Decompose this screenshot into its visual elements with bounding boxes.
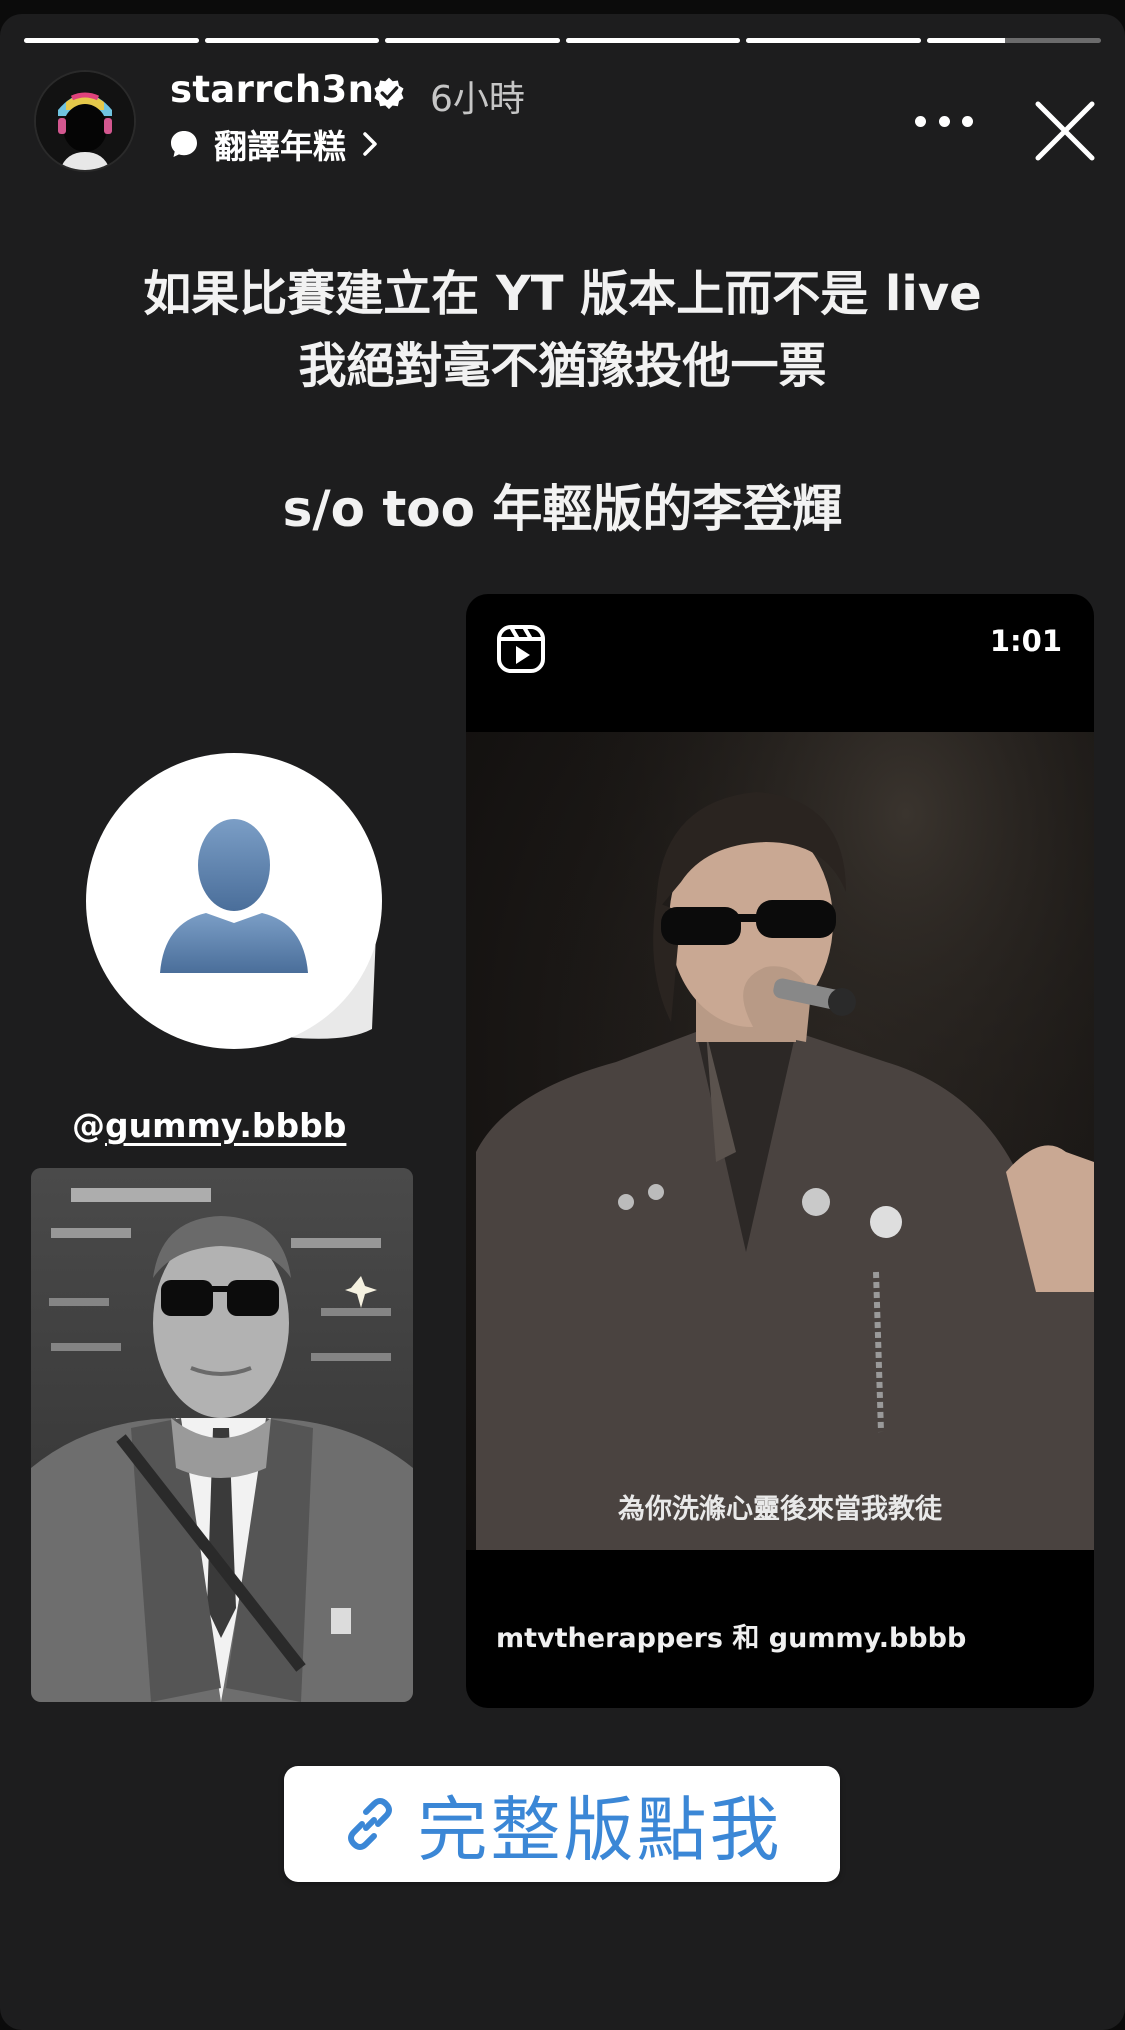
story-viewer[interactable]: starrch3n 6小時 翻譯年糕 如果比賽建立在 YT 版本上而不是 liv…: [0, 14, 1125, 2030]
default-avatar-icon[interactable]: [86, 753, 382, 1049]
shared-reel-card[interactable]: 1:01 為你洗滌心靈後來當我教徒 mtvtherappers 和 gummy.…: [466, 594, 1094, 1708]
mention-tag[interactable]: @gummy.bbbb: [72, 1106, 346, 1145]
progress-segment: [565, 38, 740, 43]
black-and-white-photo: [31, 1168, 413, 1702]
link-icon: [347, 1798, 392, 1850]
user-avatar[interactable]: [34, 70, 136, 172]
story-timestamp: 6小時: [430, 79, 525, 120]
progress-segment: [24, 38, 199, 43]
reels-icon: [497, 625, 545, 673]
reel-subtitle: 為你洗滌心靈後來當我教徒: [618, 1494, 942, 1525]
speech-bubble-icon: [171, 131, 197, 157]
story-caption-line: s/o too 年輕版的李登輝: [282, 480, 843, 538]
story-progress-bar: [24, 38, 1101, 43]
link-sticker[interactable]: 完整版點我: [284, 1766, 840, 1882]
progress-segment: [204, 38, 379, 43]
translate-link[interactable]: 翻譯年糕: [168, 120, 380, 168]
reel-caption[interactable]: mtvtherappers 和 gummy.bbbb: [496, 1616, 966, 1655]
translate-label: 翻譯年糕: [214, 127, 346, 166]
verified-badge-icon: [374, 77, 404, 110]
story-username[interactable]: starrch3n: [170, 68, 374, 111]
reel-thumbnail: [466, 732, 1094, 1550]
progress-segment: [746, 38, 921, 43]
chevron-right-icon: [363, 132, 377, 156]
progress-segment: [926, 38, 1101, 43]
progress-segment: [385, 38, 560, 43]
close-icon[interactable]: [1032, 98, 1098, 164]
mention-handle: gummy.bbbb: [105, 1106, 347, 1145]
reel-duration: 1:01: [989, 624, 1062, 658]
mention-at: @: [72, 1106, 105, 1145]
story-caption-line: 我絕對毫不猶豫投他一票: [298, 338, 827, 394]
more-icon[interactable]: [915, 110, 973, 134]
story-caption-line: 如果比賽建立在 YT 版本上而不是 live: [143, 266, 982, 322]
link-sticker-label: 完整版點我: [417, 1788, 783, 1871]
